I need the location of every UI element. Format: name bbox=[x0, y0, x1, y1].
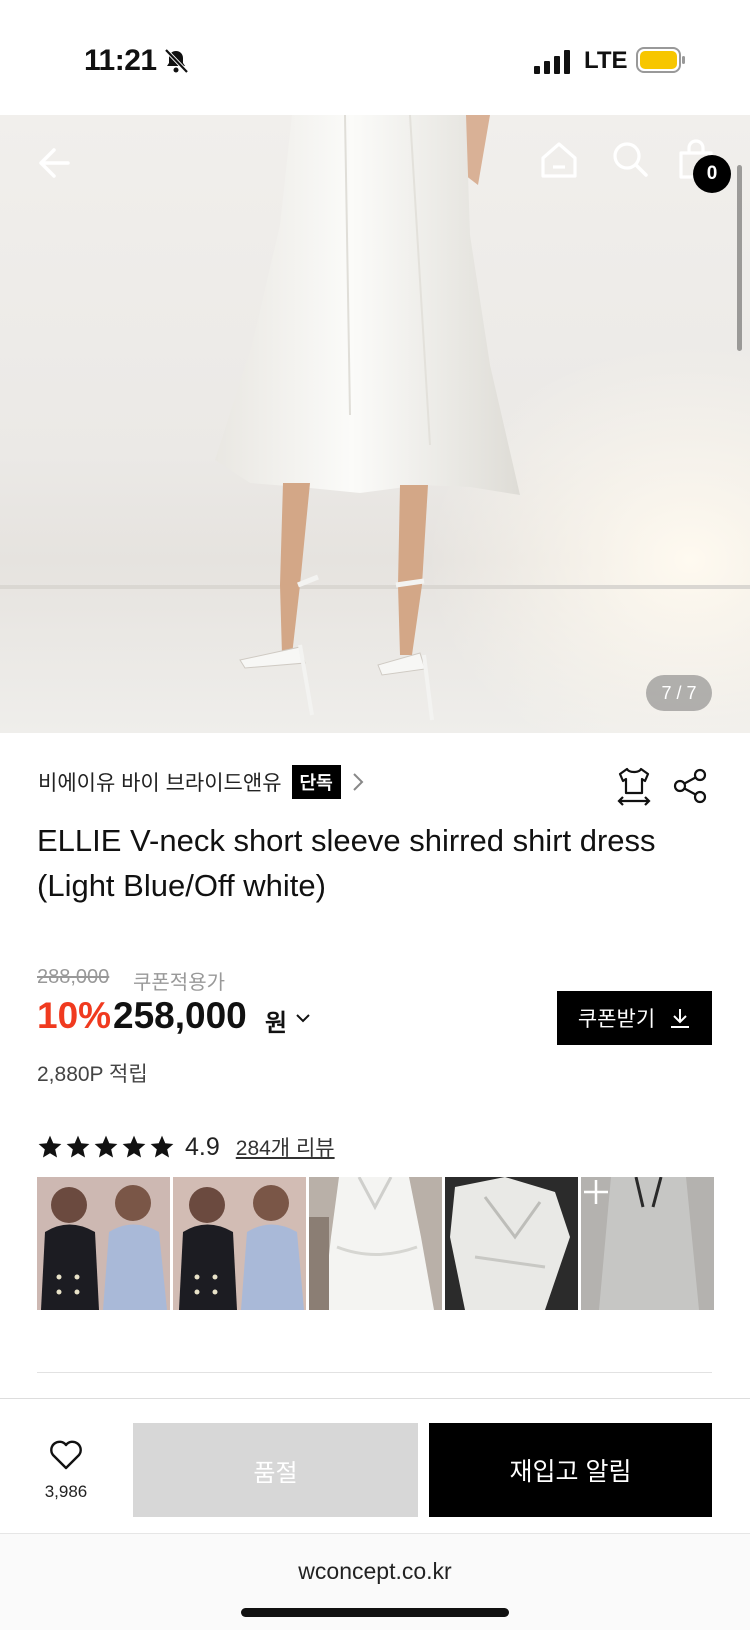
coupon-button-label: 쿠폰받기 bbox=[577, 1008, 656, 1031]
star-icon bbox=[150, 1135, 174, 1158]
signal-icon bbox=[534, 50, 570, 74]
home-icon[interactable] bbox=[538, 139, 580, 181]
status-time: 11:21 bbox=[84, 44, 157, 77]
soldout-button[interactable]: 품절 bbox=[133, 1423, 418, 1517]
currency-unit: 원 bbox=[265, 1010, 288, 1037]
network-type: LTE bbox=[584, 47, 628, 74]
rating-score: 4.9 bbox=[185, 1132, 220, 1161]
review-count-link[interactable]: 284개 리뷰 bbox=[236, 1132, 335, 1162]
coupon-price-note: 쿠폰적용가 bbox=[133, 972, 225, 994]
review-photo[interactable] bbox=[37, 1177, 170, 1310]
divider bbox=[37, 1372, 712, 1373]
chevron-down-icon[interactable] bbox=[294, 1009, 312, 1027]
image-page-indicator: 7 / 7 bbox=[646, 675, 712, 711]
plus-icon bbox=[581, 1177, 714, 1310]
review-photo[interactable] bbox=[173, 1177, 306, 1310]
exclusive-badge: 단독 bbox=[291, 765, 341, 799]
product-title: ELLIE V-neck short sleeve shirred shirt … bbox=[37, 823, 656, 903]
review-photo[interactable] bbox=[445, 1177, 578, 1310]
restock-alert-button[interactable]: 재입고 알림 bbox=[429, 1423, 712, 1517]
bell-muted-icon bbox=[164, 48, 189, 74]
bottom-action-bar: 3,986 품절 재입고 알림 bbox=[0, 1398, 750, 1533]
discount-rate: 10% bbox=[37, 995, 112, 1036]
product-photo bbox=[0, 115, 750, 733]
wishlist-button[interactable]: 3,986 bbox=[36, 1439, 96, 1502]
wishlist-count: 3,986 bbox=[44, 1482, 88, 1501]
back-arrow-icon[interactable] bbox=[36, 143, 76, 183]
original-price: 288,000 bbox=[37, 966, 110, 988]
cart-count-badge: 0 bbox=[693, 155, 731, 193]
scrollbar[interactable] bbox=[737, 165, 742, 351]
star-icon bbox=[122, 1135, 146, 1158]
browser-url-bar[interactable]: wconcept.co.kr bbox=[0, 1533, 750, 1630]
star-icon bbox=[38, 1135, 62, 1158]
review-photo-more[interactable] bbox=[581, 1177, 714, 1310]
share-icon[interactable] bbox=[672, 768, 708, 804]
chevron-right-icon bbox=[352, 773, 364, 791]
download-coupon-button[interactable]: 쿠폰받기 bbox=[557, 991, 712, 1045]
size-guide-icon[interactable] bbox=[616, 766, 652, 806]
status-bar: 11:21 LTE bbox=[0, 0, 750, 115]
sale-price: 258,000 bbox=[113, 995, 247, 1036]
product-image-gallery[interactable]: 0 7 / 7 bbox=[0, 115, 750, 733]
heart-icon bbox=[50, 1440, 82, 1470]
reward-points: 2,880P 적립 bbox=[37, 1063, 148, 1086]
star-icon bbox=[94, 1135, 118, 1158]
review-photo-strip bbox=[37, 1177, 714, 1310]
download-icon bbox=[671, 1009, 690, 1028]
star-icon bbox=[66, 1135, 90, 1158]
star-rating bbox=[37, 1134, 175, 1160]
search-icon[interactable] bbox=[610, 139, 650, 179]
brand-link[interactable]: 비에이유 바이 브라이드앤유 단독 bbox=[38, 765, 365, 799]
home-indicator[interactable] bbox=[241, 1608, 509, 1617]
url-text: wconcept.co.kr bbox=[298, 1558, 452, 1584]
brand-name: 비에이유 바이 브라이드앤유 bbox=[38, 772, 282, 795]
battery-icon bbox=[636, 47, 685, 73]
rating-row: 4.9 284개 리뷰 bbox=[37, 1131, 335, 1163]
review-photo[interactable] bbox=[309, 1177, 442, 1310]
